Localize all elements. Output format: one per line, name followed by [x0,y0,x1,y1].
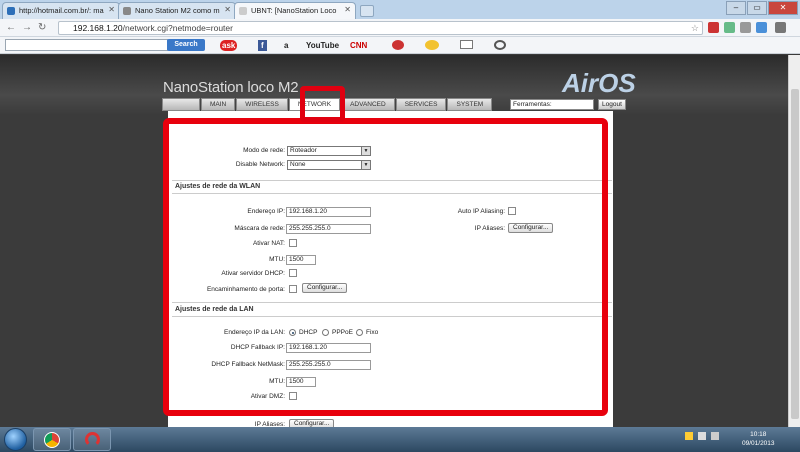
page-favicon-icon [239,7,247,15]
browser-tab-strip: http://hotmail.com.br/: ma ✕ Nano Statio… [0,0,800,19]
forward-icon[interactable]: → [22,22,32,34]
hotmail-favicon-icon [7,7,15,15]
extension-icon[interactable] [724,22,735,33]
bookmark-star-icon[interactable]: ☆ [691,22,699,34]
address-bar-row: ← → ↻ 192.168.1.20/network.cgi?netmode=r… [0,19,800,37]
youtube-icon[interactable]: YouTube [306,40,339,51]
ubiquiti-logo-tab[interactable] [162,98,200,111]
network-icon[interactable] [697,432,706,440]
scroll-thumb[interactable] [791,89,799,419]
tab-label: UBNT: [NanoStation Loco [251,6,337,15]
weather-icon[interactable] [425,40,439,50]
volume-icon[interactable] [710,432,719,440]
back-icon[interactable]: ← [6,22,16,34]
logout-button[interactable]: Logout [598,99,626,110]
tab-services[interactable]: SERVICES [395,98,447,111]
close-tab-icon[interactable]: ✕ [224,5,231,14]
airos-logo: AirOS [562,68,636,98]
minimize-button[interactable]: – [726,1,746,15]
clock-date: 09/01/2013 [742,440,775,447]
browser-tab-hotmail[interactable]: http://hotmail.com.br/: ma ✕ [2,2,120,19]
maximize-button[interactable]: ▭ [747,1,767,15]
clock[interactable]: 10:18 09/01/2013 [742,430,775,448]
toolbar-search-button[interactable]: Search [167,39,205,51]
red-highlight-box [163,118,608,416]
browser-tab-ubnt[interactable]: UBNT: [NanoStation Loco ✕ [234,2,356,19]
wrench-menu-icon[interactable] [775,22,786,33]
taskbar-chrome[interactable] [33,428,71,451]
system-tray [685,432,719,442]
close-window-button[interactable]: ✕ [768,1,798,15]
url-host: 192.168.1.20 [73,23,123,33]
start-button[interactable] [4,428,27,451]
taskbar-app[interactable] [73,428,111,451]
tab-wireless[interactable]: WIRELESS [236,98,288,111]
page-favicon-icon [123,7,131,15]
url-input[interactable]: 192.168.1.20/network.cgi?netmode=router … [58,21,703,35]
ask-toolbar: Search ask f a YouTube CNN [0,37,800,54]
new-tab-button[interactable] [360,5,374,17]
windows-taskbar: 10:18 09/01/2013 [0,427,800,452]
close-tab-icon[interactable]: ✕ [108,5,115,14]
window-controls: – ▭ ✕ [726,1,798,15]
close-tab-icon[interactable]: ✕ [344,5,351,14]
ladybug-icon[interactable] [392,40,404,50]
mail-icon[interactable] [460,40,473,49]
chrome-icon [44,432,60,448]
reload-icon[interactable]: ↻ [38,22,46,34]
app-icon [85,432,100,447]
ask-logo-icon[interactable]: ask [220,40,238,51]
vertical-scrollbar[interactable] [788,55,800,427]
cnn-icon[interactable]: CNN [350,40,367,51]
clock-time: 10:18 [750,431,767,438]
toolbar-search-input[interactable] [5,39,168,51]
radio-icon[interactable] [494,40,506,50]
extension-icon[interactable] [756,22,767,33]
tools-select[interactable]: Ferramentas: [510,99,594,110]
tab-label: Nano Station M2 como m [135,6,220,15]
extension-icon[interactable] [740,22,751,33]
tab-label: http://hotmail.com.br/: ma [19,6,104,15]
flag-icon[interactable] [685,432,693,440]
network-tab-highlight [300,86,345,122]
device-brand: NanoStation loco M2 [163,79,299,96]
tab-main[interactable]: MAIN [201,98,236,111]
facebook-icon[interactable]: f [258,40,267,51]
browser-tab-nanostation[interactable]: Nano Station M2 como m ✕ [118,2,236,19]
tab-system[interactable]: SYSTEM [447,98,493,111]
amazon-icon[interactable]: a [284,40,288,51]
url-path: /network.cgi?netmode=router [122,23,233,33]
tab-advanced[interactable]: ADVANCED [341,98,395,111]
ask-extension-icon[interactable] [708,22,719,33]
